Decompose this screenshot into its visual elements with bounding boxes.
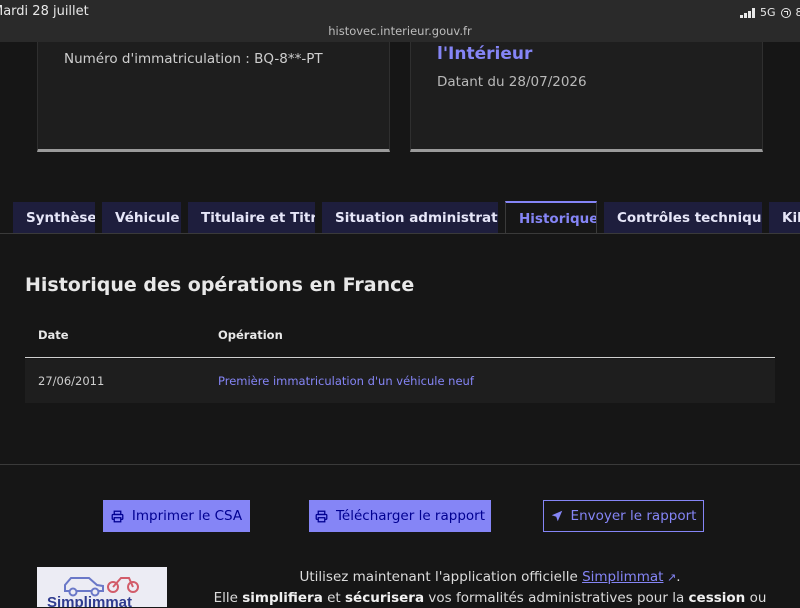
promo-text: ou (745, 590, 767, 606)
tab-titulaire[interactable]: Titulaire et Titre (188, 202, 315, 234)
column-header-date: Date (38, 328, 69, 342)
car-motorbike-icon: Simplimmat (47, 577, 139, 607)
promo-text: Elle (213, 590, 243, 606)
row-operation-link[interactable]: Première immatriculation d'un véhicule n… (218, 374, 474, 388)
promo-emphasis: sécurisera (345, 590, 425, 606)
promo-text: Utilisez maintenant l'application offici… (299, 569, 583, 585)
history-title: Historique des opérations en France (25, 274, 415, 296)
row-date: 27/06/2011 (38, 374, 105, 388)
simplimmat-logo[interactable]: Simplimmat (37, 567, 167, 607)
download-report-label: Télécharger le rapport (335, 508, 485, 524)
table-row: 27/06/2011 Première immatriculation d'un… (25, 359, 775, 403)
download-report-button[interactable]: Télécharger le rapport (309, 500, 491, 532)
tab-historique[interactable]: Historique (505, 201, 597, 235)
promo-line-2: Elle simplifiera et sécurisera vos forma… (180, 588, 800, 608)
svg-text:Simplimmat: Simplimmat (47, 594, 132, 607)
orientation-lock-icon (780, 7, 791, 18)
simplimmat-promo: Utilisez maintenant l'application offici… (180, 567, 800, 608)
tab-synthese[interactable]: Synthèse (13, 202, 95, 234)
tab-situation-administrative[interactable]: Situation administrative (322, 202, 498, 234)
promo-emphasis: simplifiera (242, 590, 323, 606)
print-csa-button[interactable]: Imprimer le CSA (103, 500, 250, 532)
promo-period: . (676, 569, 681, 585)
tab-kilometrage[interactable]: Kilo (769, 202, 800, 234)
signal-icon (740, 7, 755, 18)
external-link-icon: ↗ (663, 571, 677, 584)
simplimmat-link[interactable]: Simplimmat (582, 569, 663, 585)
network-label: 5G (760, 6, 776, 19)
promo-text: et (322, 590, 346, 606)
promo-text: vos formalités administratives pour la (424, 590, 689, 606)
send-report-label: Envoyer le rapport (570, 508, 697, 524)
source-card: l'Intérieur Datant du 28/07/2026 (410, 42, 763, 152)
registration-number: Numéro d'immatriculation : BQ-8**-PT (64, 51, 323, 67)
status-indicators: 5G 8 (740, 6, 800, 19)
battery-level: 8 (795, 6, 800, 19)
tab-vehicule[interactable]: Véhicule (102, 202, 181, 234)
tab-controles-techniques[interactable]: Contrôles techniques (604, 202, 762, 234)
promo-line-1: Utilisez maintenant l'application offici… (180, 567, 800, 588)
send-arrow-icon (551, 510, 562, 522)
print-csa-label: Imprimer le CSA (131, 508, 243, 524)
promo-emphasis: cession (688, 590, 746, 606)
printer-icon (315, 510, 328, 522)
registration-card: Numéro d'immatriculation : BQ-8**-PT (37, 42, 390, 152)
history-panel: Historique des opérations en France Date… (0, 233, 800, 465)
source-card-title: l'Intérieur (437, 44, 533, 64)
send-report-button[interactable]: Envoyer le rapport (543, 500, 704, 532)
column-header-operation: Opération (218, 328, 283, 342)
address-bar-url[interactable]: histovec.interieur.gouv.fr (0, 24, 800, 38)
status-date: Mardi 28 juillet (0, 4, 89, 19)
printer-icon (111, 510, 124, 522)
browser-status-bar: Mardi 28 juillet histovec.interieur.gouv… (0, 0, 800, 42)
report-date: Datant du 28/07/2026 (437, 74, 587, 90)
table-header: Date Opération (25, 314, 775, 358)
tab-bar: Synthèse Véhicule Titulaire et Titre Sit… (0, 201, 800, 235)
